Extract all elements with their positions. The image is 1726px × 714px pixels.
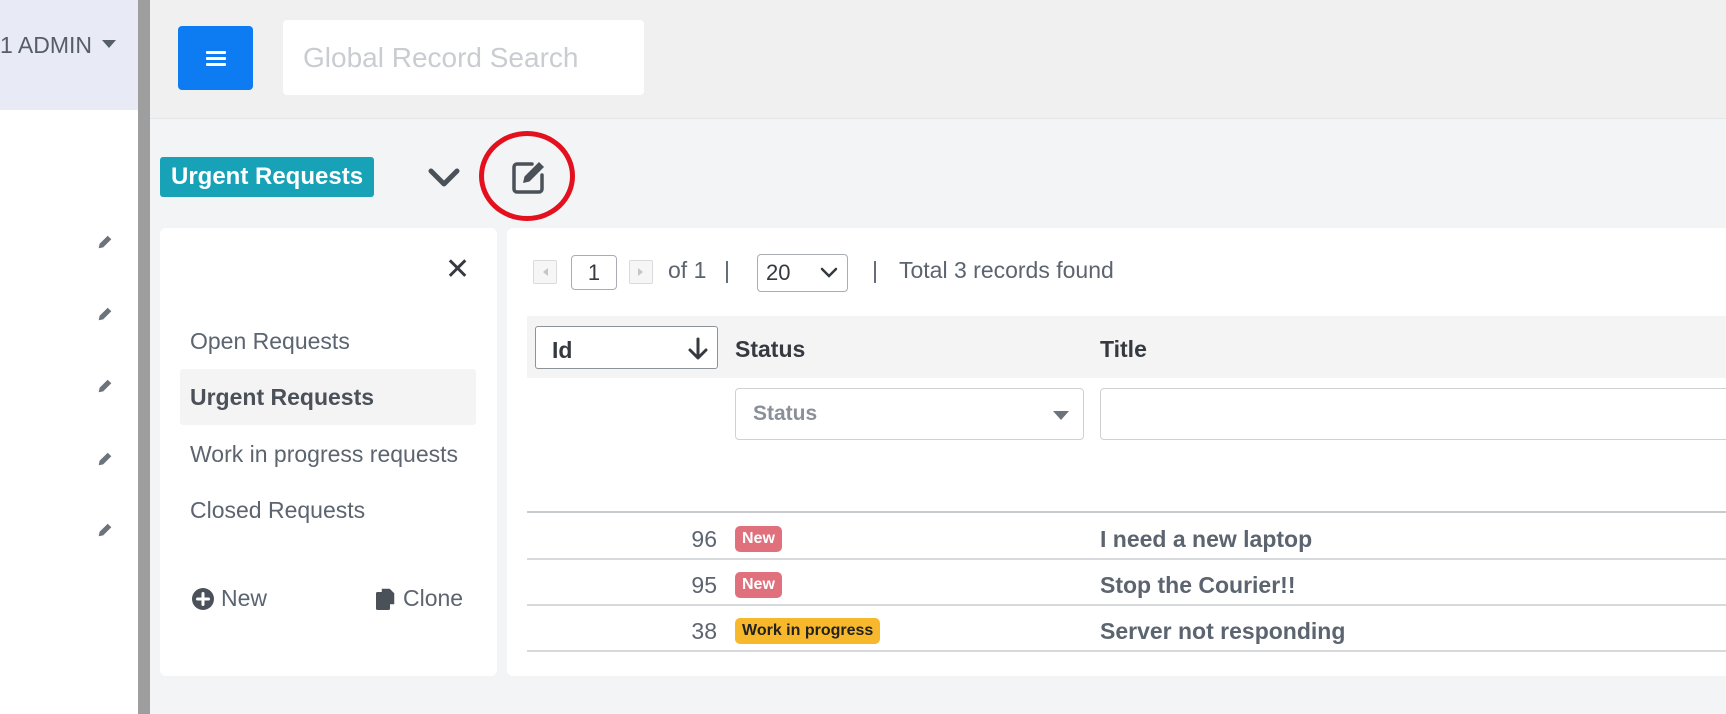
hamburger-icon — [205, 48, 226, 69]
caret-right-icon — [638, 268, 643, 276]
page-count-label: of 1 — [668, 257, 707, 283]
cell-title[interactable]: I need a new laptop — [1100, 526, 1312, 553]
pencil-icon[interactable] — [96, 377, 116, 397]
report-item-open-requests[interactable]: Open Requests — [180, 313, 476, 369]
new-label: New — [221, 585, 268, 611]
pencil-icon[interactable] — [96, 450, 116, 470]
status-badge[interactable]: New — [735, 572, 782, 598]
total-records-label: Total 3 records found — [899, 257, 1114, 283]
page-size-select[interactable]: 20 — [757, 254, 848, 292]
page-number-input[interactable] — [571, 255, 617, 290]
status-filter-placeholder: Status — [753, 402, 818, 425]
pencil-icon[interactable] — [96, 305, 116, 325]
caret-down-icon — [1053, 411, 1069, 420]
report-item-closed-requests[interactable]: Closed Requests — [180, 482, 476, 538]
status-badge[interactable]: Work in progress — [735, 618, 881, 644]
pencil-icon[interactable] — [96, 233, 116, 253]
cell-id: 95 — [691, 572, 717, 598]
column-header-id[interactable]: Id — [535, 326, 718, 369]
copy-icon — [376, 586, 396, 610]
records-panel — [507, 228, 1726, 676]
new-report-button[interactable]: New — [191, 585, 267, 612]
user-menu[interactable]: 1 ADMIN — [0, 32, 117, 59]
prev-page-button[interactable] — [533, 260, 557, 284]
row-divider — [527, 604, 1726, 606]
pencil-icon[interactable] — [96, 521, 116, 541]
separator: | — [724, 257, 730, 283]
clone-report-button[interactable]: Clone — [375, 585, 463, 612]
caret-down-icon — [102, 39, 117, 48]
close-icon[interactable]: ✕ — [445, 255, 470, 285]
menu-toggle-button[interactable] — [178, 26, 253, 90]
column-label-id: Id — [552, 337, 573, 363]
clone-label: Clone — [403, 585, 464, 611]
highlight-circle — [479, 131, 575, 221]
cell-title[interactable]: Server not responding — [1100, 618, 1345, 645]
report-title: Urgent Requests — [160, 157, 375, 197]
chevron-down-icon[interactable] — [428, 165, 460, 191]
status-filter-select[interactable]: Status — [735, 388, 1084, 440]
title-filter-input[interactable] — [1100, 388, 1726, 440]
column-header-title[interactable]: Title — [1100, 336, 1147, 363]
arrow-down-icon — [688, 337, 708, 360]
page-size-value: 20 — [766, 260, 791, 285]
report-item-work-in-progress[interactable]: Work in progress requests — [180, 426, 476, 482]
caret-left-icon — [543, 268, 548, 276]
row-divider — [527, 650, 1726, 652]
sidebar-scrollbar[interactable] — [138, 0, 150, 714]
row-divider — [527, 511, 1726, 513]
user-menu-label: 1 ADMIN — [0, 32, 93, 58]
column-header-status[interactable]: Status — [735, 336, 805, 363]
global-search-input[interactable] — [283, 20, 644, 95]
separator: | — [872, 257, 878, 283]
plus-circle-icon — [192, 587, 214, 610]
chevron-down-icon — [820, 267, 838, 278]
cell-id: 96 — [691, 526, 717, 552]
cell-title[interactable]: Stop the Courier!! — [1100, 572, 1296, 599]
row-divider — [527, 558, 1726, 560]
cell-id: 38 — [691, 618, 717, 644]
status-badge[interactable]: New — [735, 526, 782, 552]
next-page-button[interactable] — [629, 260, 653, 284]
report-item-urgent-requests[interactable]: Urgent Requests — [180, 369, 476, 425]
